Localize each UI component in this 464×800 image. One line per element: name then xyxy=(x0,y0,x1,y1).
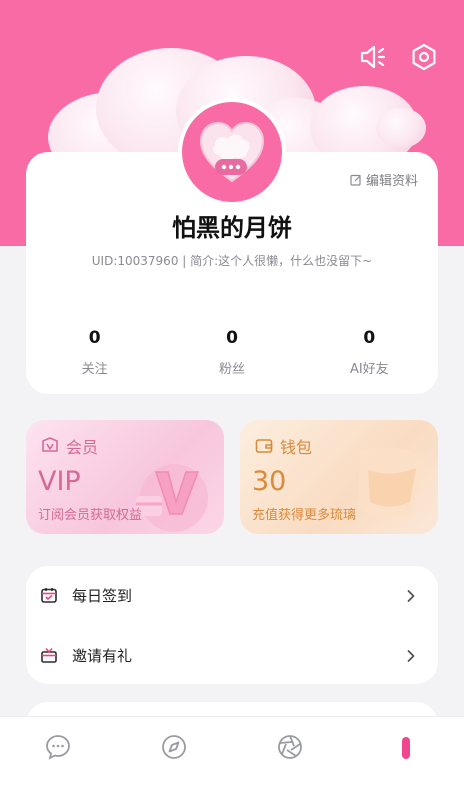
vip-title: 会员 xyxy=(66,438,99,457)
tab-create[interactable] xyxy=(274,731,306,763)
tab-discover[interactable] xyxy=(158,731,190,763)
menu-item-label: 每日签到 xyxy=(72,586,133,605)
vip-badge-icon xyxy=(42,437,58,452)
avatar[interactable] xyxy=(178,98,286,206)
username: 怕黑的月饼 xyxy=(172,214,292,242)
tab-chat[interactable] xyxy=(42,731,74,763)
heart-cloud-avatar-icon xyxy=(199,121,265,183)
stat-label: AI好友 xyxy=(349,362,389,377)
menu-item-daily-checkin[interactable]: 每日签到 xyxy=(26,566,438,624)
chevron-right-icon xyxy=(406,588,416,602)
wallet-balance: 30 xyxy=(252,466,287,497)
gift-icon xyxy=(40,646,58,664)
stat-label: 关注 xyxy=(81,362,108,377)
calendar-icon xyxy=(40,586,58,604)
menu-item-invite-gift[interactable]: 邀请有礼 xyxy=(26,626,438,684)
menu-item-label: 邀请有礼 xyxy=(72,646,133,665)
stat-value: 0 xyxy=(226,328,238,348)
speaker-icon[interactable] xyxy=(358,42,388,72)
edit-profile-link[interactable]: 编辑资料 xyxy=(350,170,418,189)
wallet-card[interactable]: 钱包 30 充值获得更多琉璃 xyxy=(240,420,438,534)
stat-followers[interactable]: 0 粉丝 xyxy=(163,328,300,377)
user-bio: UID:10037960 | 简介:这个人很懒，什么也没留下~ xyxy=(91,254,373,268)
tab-profile[interactable] xyxy=(390,731,422,763)
vip-subtitle: 订阅会员获取权益 xyxy=(38,508,143,523)
bottom-tab-bar xyxy=(0,716,464,800)
chevron-right-icon xyxy=(406,648,416,662)
wallet-subtitle: 充值获得更多琉璃 xyxy=(252,508,357,523)
stat-following[interactable]: 0 关注 xyxy=(26,328,163,377)
profile-active-icon xyxy=(402,737,410,759)
stat-label: 粉丝 xyxy=(218,362,245,377)
compass-icon xyxy=(162,735,186,759)
chat-icon xyxy=(46,735,70,760)
aperture-icon xyxy=(278,735,302,759)
edit-icon xyxy=(350,174,361,186)
vip-card[interactable]: 会员 VIP 订阅会员获取权益 xyxy=(26,420,224,534)
edit-profile-label: 编辑资料 xyxy=(365,174,418,189)
stats-row: 0 关注 0 粉丝 0 AI好友 xyxy=(26,328,438,377)
menu-card: 每日签到 邀请有礼 xyxy=(26,566,438,684)
cloud-decoration xyxy=(376,108,426,148)
vip-header: 会员 xyxy=(40,434,98,458)
wallet-header: 钱包 xyxy=(254,434,312,458)
stat-ai-friends[interactable]: 0 AI好友 xyxy=(301,328,438,377)
stat-value: 0 xyxy=(363,328,376,348)
gear-icon[interactable] xyxy=(409,42,439,72)
wallet-title: 钱包 xyxy=(280,438,313,457)
wallet-icon xyxy=(255,439,273,453)
vip-big-label: VIP xyxy=(38,466,81,497)
stat-value: 0 xyxy=(88,328,101,348)
